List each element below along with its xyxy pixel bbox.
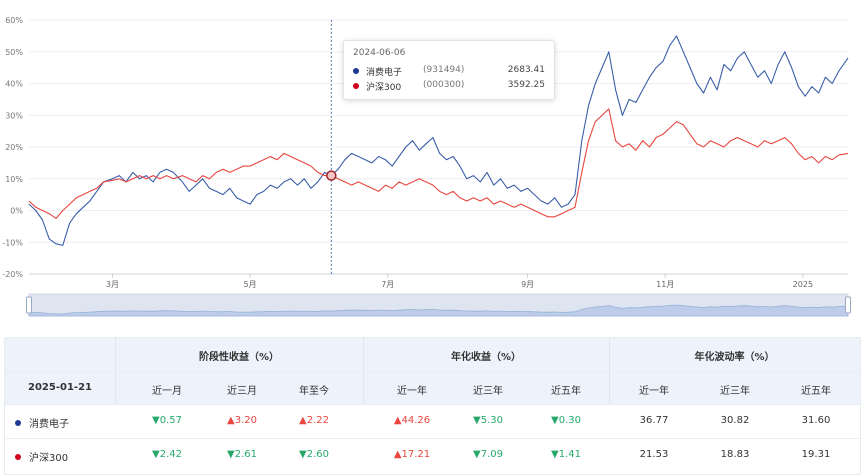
y-tick-label: 30% xyxy=(5,111,23,120)
row-label: 消费电子 xyxy=(29,419,69,430)
column-header[interactable]: 近一月 xyxy=(127,382,207,397)
x-tick-label: 2025 xyxy=(793,280,813,289)
series-marker-icon xyxy=(353,68,359,74)
x-tick-label: 9月 xyxy=(521,280,534,289)
y-tick-label: 20% xyxy=(5,143,23,152)
column-header[interactable]: 近一年 xyxy=(372,382,452,397)
table-cell: ▼2.42 xyxy=(152,449,182,460)
table-cell: ▼7.09 xyxy=(473,449,503,460)
tooltip-series-code: (000300) xyxy=(423,80,465,90)
table-cell: ▼0.30 xyxy=(551,415,581,426)
table-cell: 31.60 xyxy=(801,415,831,426)
tooltip-series-name: 沪深300 xyxy=(366,83,402,93)
group-header-period-return: 阶段性收益（%） xyxy=(198,352,280,363)
tooltip-series-name: 消费电子 xyxy=(366,68,403,78)
tooltip-series-value: 2683.41 xyxy=(507,65,545,75)
table-cell: 19.31 xyxy=(801,449,831,460)
range-slider-right-handle[interactable] xyxy=(845,296,851,314)
range-slider-selection xyxy=(29,294,848,316)
table-cell: ▲44.26 xyxy=(393,415,431,426)
y-tick-label: 0% xyxy=(10,207,23,216)
y-tick-label: -10% xyxy=(2,238,23,247)
table-date: 2025-01-21 xyxy=(28,382,92,393)
table-cell: 36.77 xyxy=(639,415,669,426)
series-marker-icon xyxy=(353,83,359,89)
table-cell: ▼0.57 xyxy=(152,415,182,426)
row-series-name: 沪深300 xyxy=(15,449,68,464)
tooltip-series-value: 3592.25 xyxy=(507,80,545,90)
y-tick-label: -20% xyxy=(2,270,23,279)
column-header[interactable]: 近五年 xyxy=(526,382,606,397)
table-row: 沪深300 ▼2.42 ▼2.61 ▼2.60 ▲17.21 ▼7.09 ▼1.41 21.5… xyxy=(5,438,860,472)
group-header-annual-volatility: 年化波动率（%） xyxy=(694,352,775,363)
tooltip-date: 2024-06-06 xyxy=(353,48,406,58)
y-tick-label: 60% xyxy=(5,16,23,25)
series-line-csi300 xyxy=(28,108,849,219)
x-tick-label: 11月 xyxy=(656,280,674,289)
table-cell: ▲17.21 xyxy=(393,449,431,460)
chart-tooltip: 2024-06-06 消费电子 (931494) 2683.41 沪深300 (… xyxy=(343,40,555,100)
range-slider-left-handle[interactable] xyxy=(26,296,32,314)
x-tick-label: 3月 xyxy=(106,280,119,289)
series-marker-icon xyxy=(15,420,21,426)
table-row: 消费电子 ▼0.57 ▲3.20 ▲2.22 ▲44.26 ▼5.30 ▼0.30 36.77… xyxy=(5,404,860,438)
x-tick-label: 5月 xyxy=(244,280,257,289)
table-cell: 30.82 xyxy=(720,415,750,426)
tooltip-series-code: (931494) xyxy=(423,65,465,75)
y-tick-label: 50% xyxy=(5,48,23,57)
column-header[interactable]: 近三年 xyxy=(448,382,528,397)
table-cell: ▲2.22 xyxy=(299,415,329,426)
table-cell: ▲3.20 xyxy=(227,415,257,426)
table-cell: 18.83 xyxy=(720,449,750,460)
tooltip-row-csi300: 沪深300 (000300) 3592.25 xyxy=(353,80,545,93)
table-cell: ▼2.60 xyxy=(299,449,329,460)
table-cell: ▼1.41 xyxy=(551,449,581,460)
row-series-name: 消费电子 xyxy=(15,415,69,430)
hover-point-marker xyxy=(326,170,337,181)
tooltip-row-consumer-electronics: 消费电子 (931494) 2683.41 xyxy=(353,65,545,78)
table-cell: ▼5.30 xyxy=(473,415,503,426)
column-header[interactable]: 近五年 xyxy=(776,382,856,397)
table-cell: 21.53 xyxy=(639,449,669,460)
column-header[interactable]: 近三年 xyxy=(695,382,775,397)
header-split-line xyxy=(5,371,860,372)
y-tick-label: 10% xyxy=(5,175,23,184)
row-label: 沪深300 xyxy=(29,453,69,464)
x-tick-label: 7月 xyxy=(381,280,394,289)
group-header-annual-return: 年化收益（%） xyxy=(450,352,522,363)
column-header[interactable]: 近三月 xyxy=(202,382,282,397)
column-header[interactable]: 年至今 xyxy=(274,382,354,397)
returns-table: 阶段性收益（%） 年化收益（%） 年化波动率（%） 2025-01-21 近一月… xyxy=(4,337,861,475)
y-tick-label: 40% xyxy=(5,80,23,89)
column-header[interactable]: 近一年 xyxy=(614,382,694,397)
series-marker-icon xyxy=(15,454,21,460)
index-comparison-panel: -20% -10% 0% 10% 20% 30% 40% 50% 60% 3月 5月 7月 9月 11月 2… xyxy=(0,0,864,476)
table-cell: ▼2.61 xyxy=(227,449,257,460)
